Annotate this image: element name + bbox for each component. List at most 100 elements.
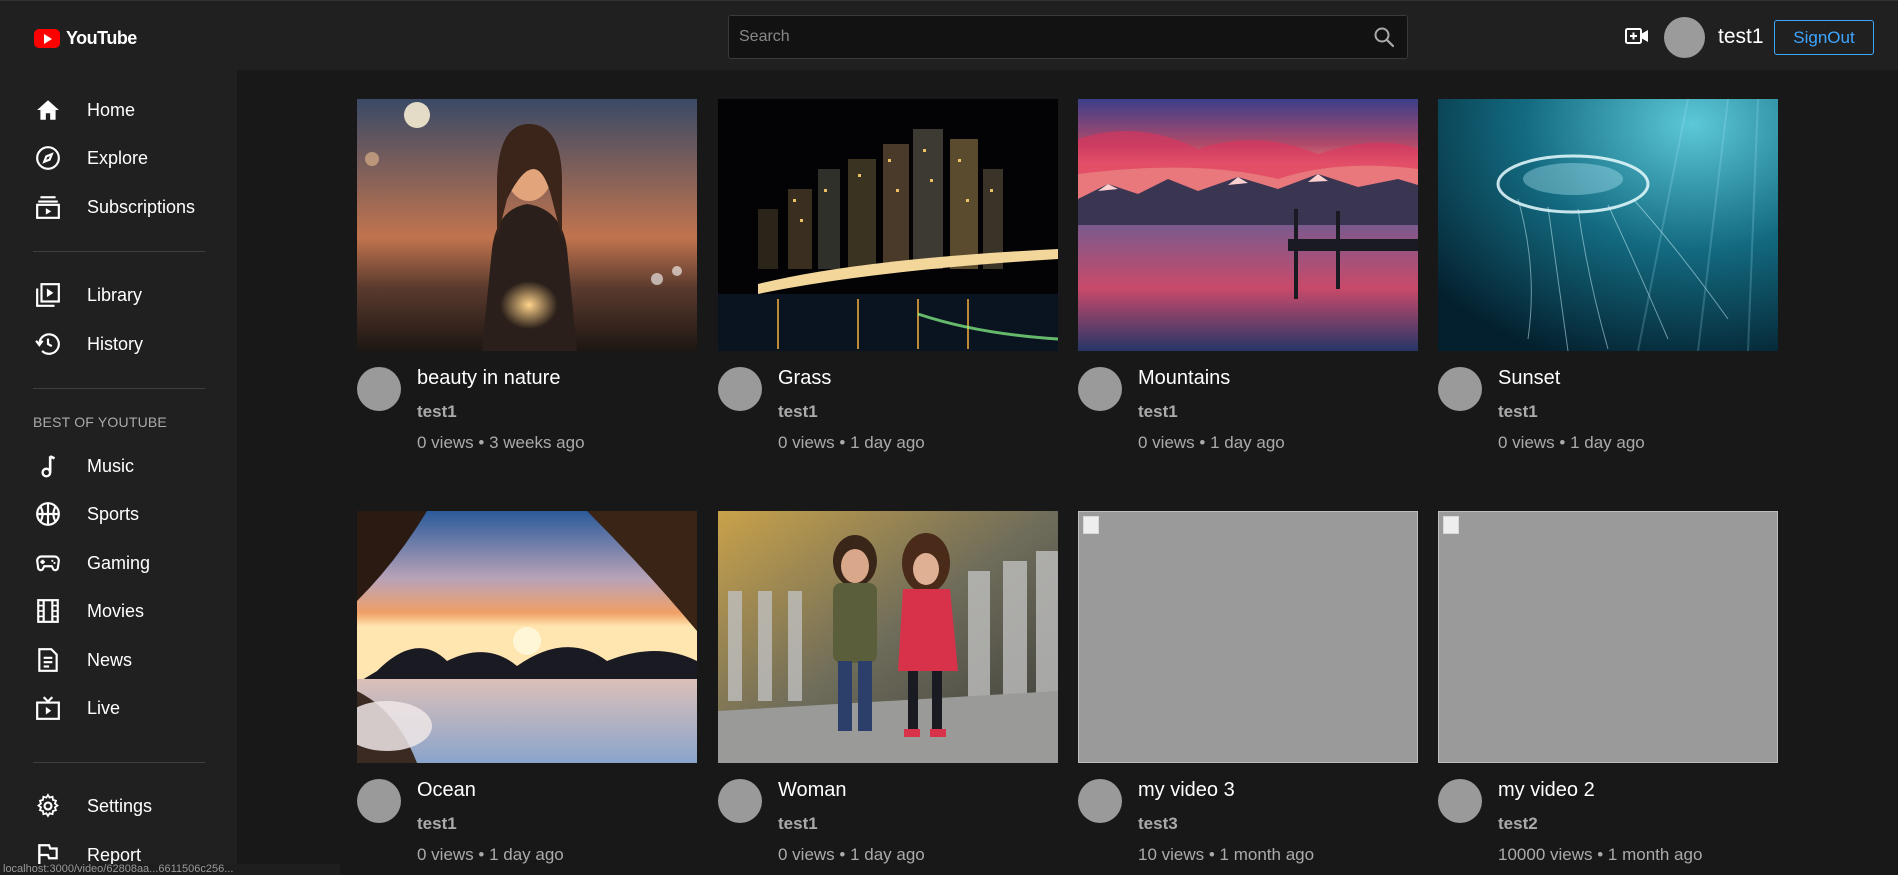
upload-video-button[interactable] <box>1625 25 1649 52</box>
gear-icon <box>34 792 62 820</box>
video-card[interactable]: my video 2 test2 10000 views • 1 month a… <box>1438 511 1778 875</box>
video-card[interactable]: my video 3 test3 10 views • 1 month ago <box>1078 511 1418 875</box>
basketball-icon <box>34 500 62 528</box>
sidebar-item-label: Explore <box>87 147 149 168</box>
video-title[interactable]: Woman <box>778 779 847 802</box>
channel-avatar[interactable] <box>1438 779 1482 823</box>
video-stats: 0 views • 1 day ago <box>778 845 925 864</box>
sidebar-item-settings[interactable]: Settings <box>0 784 237 828</box>
sidebar-item-explore[interactable]: Explore <box>0 136 237 180</box>
video-thumbnail[interactable] <box>718 511 1058 763</box>
sidebar-item-home[interactable]: Home <box>0 88 237 132</box>
home-icon <box>34 96 62 124</box>
video-title[interactable]: Ocean <box>417 779 476 802</box>
sidebar-item-label: History <box>87 333 144 354</box>
video-title[interactable]: Sunset <box>1498 367 1560 390</box>
video-stats: 0 views • 3 weeks ago <box>417 433 585 452</box>
video-thumbnail-broken[interactable] <box>1438 511 1778 763</box>
channel-avatar[interactable] <box>1078 779 1122 823</box>
video-card[interactable]: Ocean test1 0 views • 1 day ago <box>357 511 697 875</box>
sidebar-item-live[interactable]: Live <box>0 686 237 730</box>
live-tv-icon <box>34 694 62 722</box>
sidebar-item-subscriptions[interactable]: Subscriptions <box>0 185 237 229</box>
search-icon <box>1374 27 1395 48</box>
channel-name[interactable]: test3 <box>1138 814 1178 834</box>
sidebar-item-label: Gaming <box>87 552 151 573</box>
sidebar-item-movies[interactable]: Movies <box>0 589 237 633</box>
video-thumbnail[interactable] <box>357 99 697 351</box>
history-icon <box>34 330 62 358</box>
video-thumbnail[interactable] <box>1438 99 1778 351</box>
video-meta: Ocean test1 0 views • 1 day ago <box>357 763 697 875</box>
channel-avatar[interactable] <box>718 367 762 411</box>
sidebar-item-history[interactable]: History <box>0 322 237 366</box>
sidebar-item-label: Movies <box>87 600 145 621</box>
channel-name[interactable]: test1 <box>778 814 818 834</box>
library-icon <box>34 281 62 309</box>
sidebar-item-sports[interactable]: Sports <box>0 492 237 536</box>
video-meta: Sunset test1 0 views • 1 day ago <box>1438 351 1778 471</box>
channel-name[interactable]: test1 <box>417 402 457 422</box>
video-meta: my video 2 test2 10000 views • 1 month a… <box>1438 763 1778 875</box>
search-bar <box>728 15 1408 59</box>
video-card[interactable]: Sunset test1 0 views • 1 day ago <box>1438 99 1778 471</box>
video-title[interactable]: Grass <box>778 367 831 390</box>
sidebar-item-music[interactable]: Music <box>0 444 237 488</box>
username-label: test1 <box>1718 25 1764 48</box>
search-input[interactable] <box>729 16 1361 58</box>
video-thumbnail[interactable] <box>718 99 1058 351</box>
video-title[interactable]: beauty in nature <box>417 367 560 390</box>
video-card[interactable]: Grass test1 0 views • 1 day ago <box>718 99 1058 471</box>
sidebar-item-label: Home <box>87 99 136 120</box>
youtube-play-icon <box>34 29 60 48</box>
subscriptions-icon <box>34 193 62 221</box>
sidebar-item-label: Report <box>87 844 142 865</box>
top-header: YouTube test1 SignOut <box>0 0 1898 70</box>
channel-avatar[interactable] <box>1438 367 1482 411</box>
video-meta: Mountains test1 0 views • 1 day ago <box>1078 351 1418 471</box>
gamepad-icon <box>34 549 62 577</box>
sidebar-divider <box>33 762 205 763</box>
signout-button[interactable]: SignOut <box>1774 20 1874 55</box>
channel-avatar[interactable] <box>1078 367 1122 411</box>
sidebar-item-label: Sports <box>87 503 140 524</box>
video-title[interactable]: my video 3 <box>1138 779 1235 802</box>
video-title[interactable]: my video 2 <box>1498 779 1595 802</box>
video-stats: 10 views • 1 month ago <box>1138 845 1315 864</box>
sidebar-item-label: News <box>87 649 133 670</box>
channel-name[interactable]: test1 <box>778 402 818 422</box>
youtube-logo[interactable]: YouTube <box>34 28 137 49</box>
video-meta: beauty in nature test1 0 views • 3 weeks… <box>357 351 697 471</box>
channel-name[interactable]: test1 <box>1498 402 1538 422</box>
film-icon <box>34 597 62 625</box>
channel-avatar[interactable] <box>357 779 401 823</box>
newspaper-icon <box>34 646 62 674</box>
video-card[interactable]: Mountains test1 0 views • 1 day ago <box>1078 99 1418 471</box>
video-thumbnail[interactable] <box>357 511 697 763</box>
video-title[interactable]: Mountains <box>1138 367 1230 390</box>
video-stats: 10000 views • 1 month ago <box>1498 845 1703 864</box>
channel-name[interactable]: test1 <box>1138 402 1178 422</box>
channel-name[interactable]: test1 <box>417 814 457 834</box>
user-avatar[interactable] <box>1664 17 1705 58</box>
video-stats: 0 views • 1 day ago <box>1138 433 1285 452</box>
section-title: BEST OF YOUTUBE <box>33 414 167 430</box>
channel-name[interactable]: test2 <box>1498 814 1538 834</box>
music-note-icon <box>34 452 62 480</box>
sidebar-item-gaming[interactable]: Gaming <box>0 541 237 585</box>
video-stats: 0 views • 1 day ago <box>778 433 925 452</box>
video-meta: Grass test1 0 views • 1 day ago <box>718 351 1058 471</box>
video-meta: Woman test1 0 views • 1 day ago <box>718 763 1058 875</box>
sidebar-item-label: Live <box>87 697 121 718</box>
sidebar-item-library[interactable]: Library <box>0 273 237 317</box>
search-button[interactable] <box>1361 16 1407 58</box>
compass-icon <box>34 144 62 172</box>
channel-avatar[interactable] <box>718 779 762 823</box>
video-card[interactable]: Woman test1 0 views • 1 day ago <box>718 511 1058 875</box>
sidebar-divider <box>33 388 205 389</box>
video-thumbnail[interactable] <box>1078 99 1418 351</box>
video-card[interactable]: beauty in nature test1 0 views • 3 weeks… <box>357 99 697 471</box>
channel-avatar[interactable] <box>357 367 401 411</box>
sidebar-item-news[interactable]: News <box>0 638 237 682</box>
video-thumbnail-broken[interactable] <box>1078 511 1418 763</box>
